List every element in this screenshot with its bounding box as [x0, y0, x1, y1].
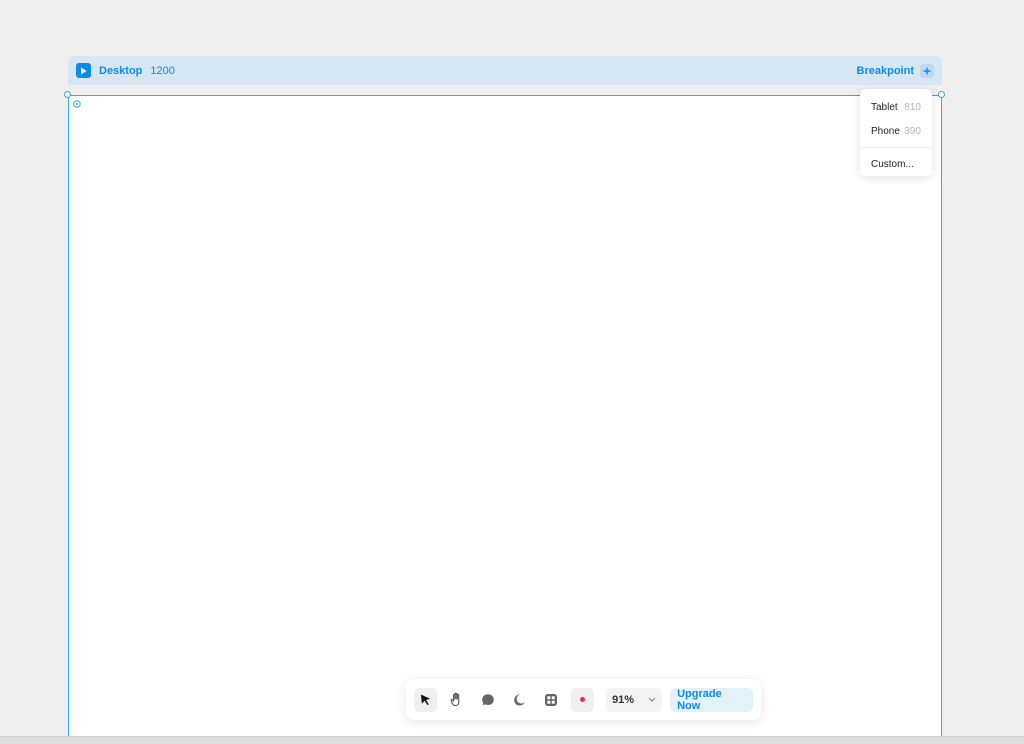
frame-origin-icon[interactable] [73, 100, 81, 108]
add-breakpoint-label[interactable]: Breakpoint [857, 65, 914, 77]
breakpoint-name[interactable]: Desktop [99, 65, 142, 77]
menu-item-tablet[interactable]: Tablet 810 [860, 95, 932, 119]
menu-divider [860, 147, 932, 148]
menu-item-value: 810 [904, 101, 921, 113]
breakpoint-width: 1200 [150, 64, 175, 77]
bottom-scroll-strip [0, 736, 1024, 744]
cursor-arrow-icon [421, 694, 431, 705]
menu-item-label: Phone [871, 125, 900, 137]
moon-icon [514, 694, 525, 706]
breakpoint-menu: Tablet 810 Phone 390 Custom... [860, 89, 932, 176]
menu-item-custom[interactable]: Custom... [860, 152, 932, 176]
comment-tool-button[interactable] [477, 688, 500, 712]
desktop-frame[interactable] [68, 95, 942, 744]
comment-bubble-icon [482, 693, 495, 705]
zoom-select[interactable]: 91% [606, 687, 663, 712]
record-dot-icon [579, 697, 585, 702]
bottom-toolbar: 91% Upgrade Now [406, 679, 761, 720]
resize-handle-top-right[interactable] [938, 91, 945, 98]
menu-item-phone[interactable]: Phone 390 [860, 119, 932, 143]
hand-tool-button[interactable] [445, 688, 468, 712]
breakpoint-bar: Desktop 1200 Breakpoint [68, 56, 942, 85]
chevron-down-icon [648, 697, 656, 702]
menu-item-value: 390 [904, 125, 921, 137]
canvas: Desktop 1200 Breakpoint Tablet 810 Phone… [0, 0, 1024, 744]
hand-icon [450, 692, 460, 707]
upgrade-button[interactable]: Upgrade Now [670, 687, 754, 712]
add-breakpoint-button[interactable] [920, 63, 934, 78]
menu-item-label: Custom... [871, 158, 914, 170]
play-icon[interactable] [76, 63, 91, 78]
dark-mode-button[interactable] [508, 688, 531, 712]
select-tool-button[interactable] [414, 687, 438, 712]
resize-handle-top-left[interactable] [64, 91, 71, 98]
menu-item-label: Tablet [871, 101, 898, 113]
zoom-value: 91% [612, 693, 635, 706]
components-button[interactable] [539, 688, 562, 712]
plus-icon [923, 67, 931, 74]
grid-apps-icon [545, 693, 558, 706]
record-button[interactable] [570, 687, 595, 712]
